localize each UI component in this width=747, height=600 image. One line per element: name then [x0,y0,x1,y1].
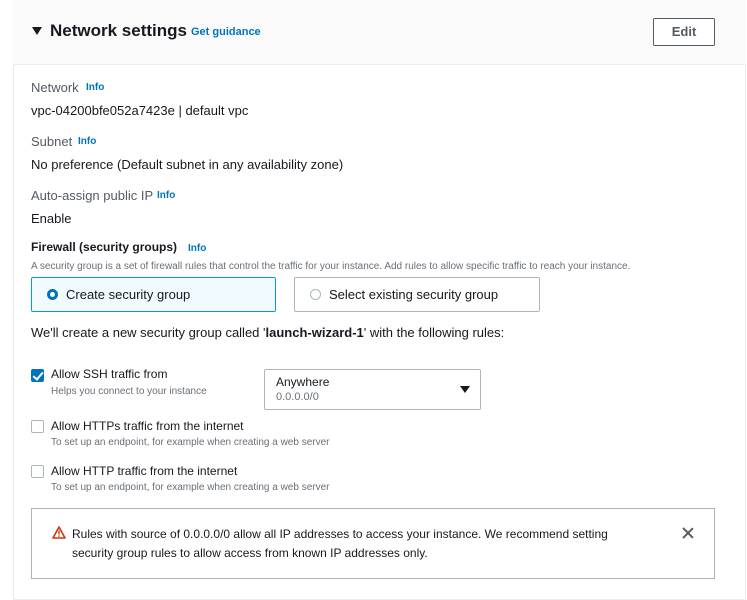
https-rule-description: To set up an endpoint, for example when … [51,437,330,448]
ssh-source-select[interactable]: Anywhere 0.0.0.0/0 [264,369,481,410]
ssh-rule-description: Helps you connect to your instance [51,386,207,397]
security-group-note-suffix: ' with the following rules: [363,325,505,340]
edit-button[interactable]: Edit [653,18,715,46]
ssh-source-detail: 0.0.0.0/0 [276,391,319,403]
subnet-label: Subnet [31,134,73,149]
http-checkbox[interactable] [31,465,44,478]
firewall-description: A security group is a set of firewall ru… [31,261,631,272]
public-ip-info-link[interactable]: Info [157,190,175,201]
panel-title: Network settings [50,21,187,40]
subnet-info-link[interactable]: Info [78,136,96,147]
ssh-source-value: Anywhere [276,375,330,389]
network-value: vpc-04200bfe052a7423e | default vpc [31,103,249,118]
firewall-title: Firewall (security groups) [31,240,178,254]
network-info-link[interactable]: Info [86,82,104,93]
security-group-name: launch-wizard-1 [265,325,364,340]
warning-alert: Rules with source of 0.0.0.0/0 allow all… [31,508,715,579]
radio-selected-icon[interactable] [47,289,58,300]
caret-down-icon [460,386,470,393]
https-rule-label: Allow HTTPs traffic from the internet [51,419,244,433]
firewall-info-link[interactable]: Info [188,243,206,254]
security-group-note: We'll create a new security group called… [31,325,504,340]
ssh-rule-label: Allow SSH traffic from [51,367,168,381]
subnet-value: No preference (Default subnet in any ava… [31,157,344,172]
select-existing-security-group-label: Select existing security group [329,287,499,302]
close-icon[interactable] [680,525,696,541]
create-security-group-option[interactable]: Create security group [31,277,276,312]
security-group-note-prefix: We'll create a new security group called… [31,325,266,340]
https-checkbox[interactable] [31,420,44,433]
warning-alert-text: Rules with source of 0.0.0.0/0 allow all… [72,527,608,560]
collapse-caret-icon[interactable] [32,27,42,35]
network-label: Network [31,80,79,95]
select-existing-security-group-option[interactable]: Select existing security group [294,277,540,312]
create-security-group-label: Create security group [66,287,191,302]
get-guidance-link[interactable]: Get guidance [191,26,261,38]
radio-unselected-icon[interactable] [310,289,321,300]
http-rule-description: To set up an endpoint, for example when … [51,482,330,493]
checkmark-icon [32,369,44,381]
ssh-checkbox[interactable] [31,369,44,382]
public-ip-value: Enable [31,211,72,226]
http-rule-label: Allow HTTP traffic from the internet [51,464,238,478]
public-ip-label: Auto-assign public IP [31,188,154,203]
warning-icon [52,526,66,539]
